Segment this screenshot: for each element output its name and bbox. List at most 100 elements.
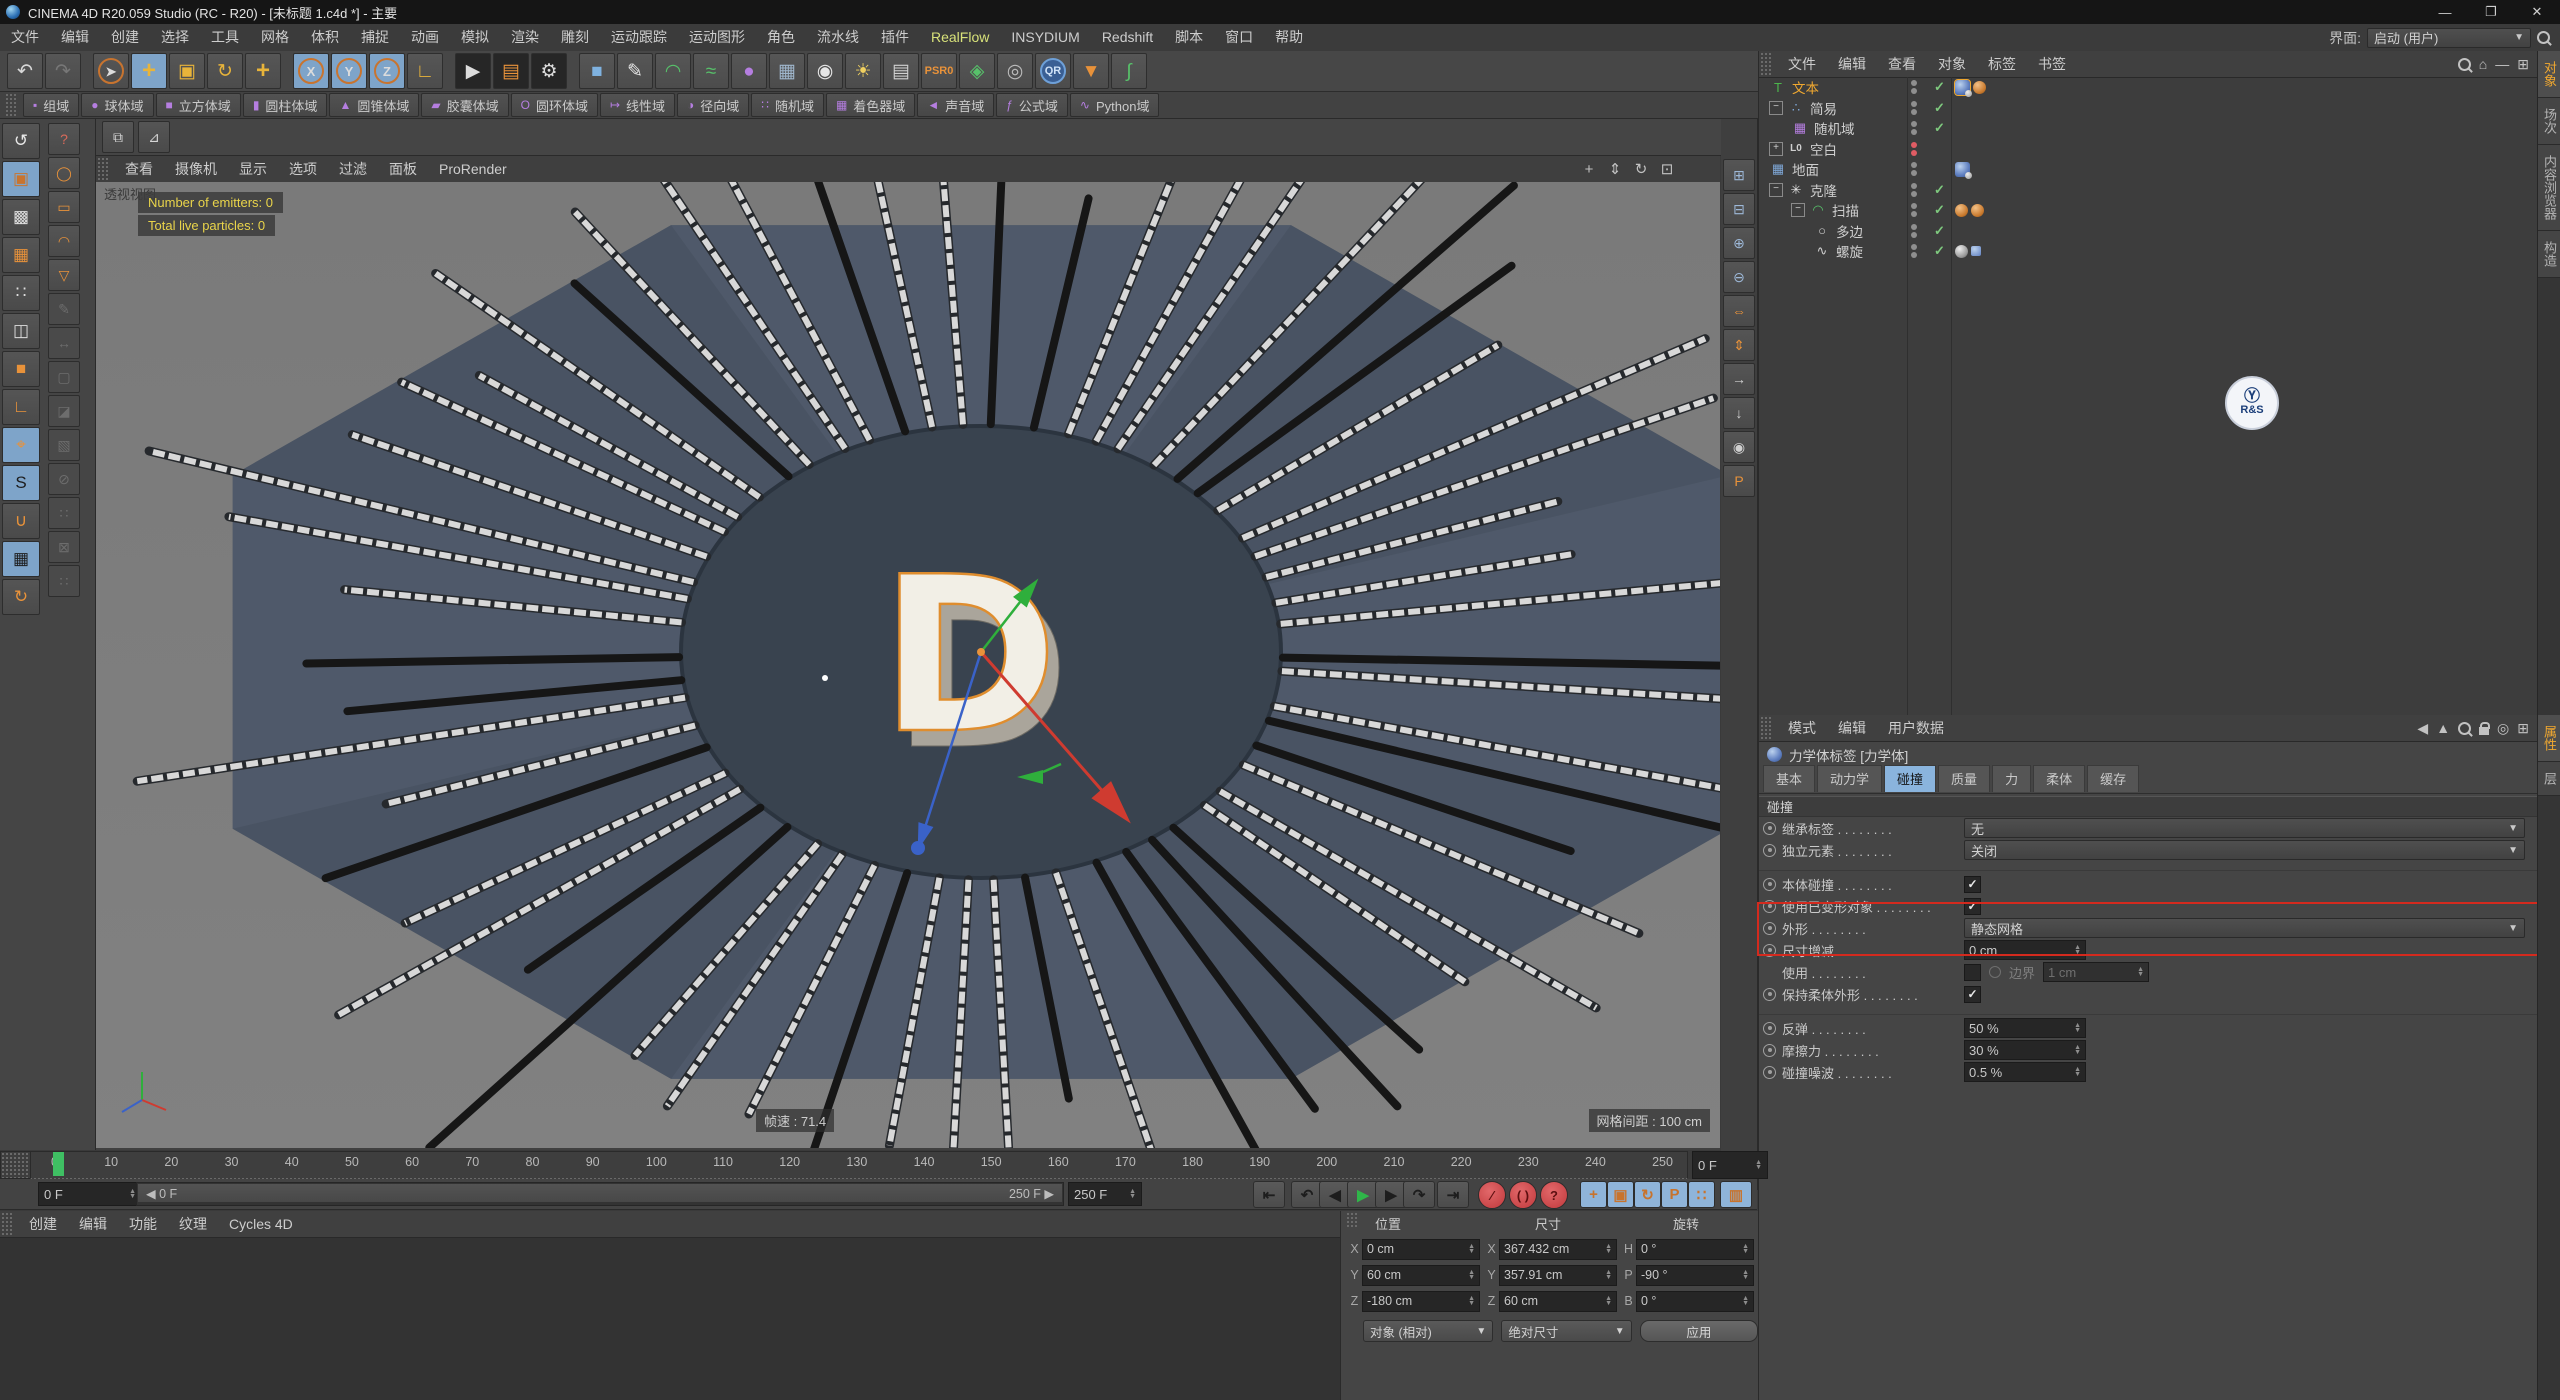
保持柔体外形-checkbox[interactable]: ✓ bbox=[1964, 985, 1981, 1003]
tool-extra-4-button[interactable]: ◪ bbox=[48, 395, 80, 427]
field-button-14[interactable]: ∿ Python域 bbox=[1069, 93, 1160, 117]
render-settings-button[interactable]: ⚙ bbox=[531, 53, 567, 89]
mats-grip[interactable] bbox=[0, 1211, 14, 1237]
menu-22[interactable]: 窗口 bbox=[1214, 24, 1264, 51]
tool-extra-5-button[interactable]: ▧ bbox=[48, 429, 80, 461]
om-collapse-icon[interactable]: — bbox=[2495, 56, 2509, 72]
material-menu-4[interactable]: 纹理 bbox=[168, 1211, 218, 1238]
field-button-7[interactable]: O 圆环体域 bbox=[510, 93, 598, 117]
position-Y-field[interactable]: 60 cm ▲ ▼ bbox=[1362, 1264, 1480, 1286]
render-region-button[interactable]: ◉ bbox=[1723, 431, 1755, 463]
menu-17[interactable]: 插件 bbox=[870, 24, 920, 51]
redo-button[interactable]: ↷ bbox=[45, 53, 81, 89]
expander-icon[interactable]: − bbox=[1769, 100, 1783, 115]
xp-download-button[interactable]: ▼ bbox=[1073, 53, 1109, 89]
menu-1[interactable]: 文件 bbox=[0, 24, 50, 51]
独立元素-dropdown[interactable]: 关闭 ▼ bbox=[1964, 840, 2525, 860]
graph-palette-button[interactable]: ⊿ bbox=[138, 121, 170, 153]
tab-基本[interactable]: 基本 bbox=[1763, 765, 1816, 792]
coords-palette-button[interactable]: ⧉ bbox=[102, 121, 134, 153]
viewport-menu-6[interactable]: 面板 bbox=[378, 156, 428, 183]
反弹-spinner[interactable]: 50 % ▲ ▼ bbox=[1964, 1018, 2086, 1038]
material-menu-5[interactable]: Cycles 4D bbox=[218, 1211, 304, 1238]
am-arrow-icon[interactable]: ▲ bbox=[2436, 720, 2450, 736]
apply-button[interactable]: 应用 bbox=[1639, 1320, 1758, 1342]
render-view-button[interactable]: ▶ bbox=[455, 53, 491, 89]
继承标签-dropdown[interactable]: 无 ▼ bbox=[1964, 818, 2525, 838]
keyframe-circle-icon[interactable] bbox=[1763, 943, 1776, 957]
record-parameter-toggle[interactable]: P bbox=[1661, 1181, 1688, 1208]
snap-magnet-button[interactable]: ∪ bbox=[2, 503, 40, 539]
maximize-button[interactable]: ❐ bbox=[2468, 0, 2514, 24]
object-row-文本[interactable]: T 文本 ✓ bbox=[1759, 77, 2537, 98]
wire-sphere-button[interactable]: ◎ bbox=[997, 53, 1033, 89]
om-menu-3[interactable]: 查看 bbox=[1877, 51, 1927, 78]
menu-15[interactable]: 角色 bbox=[756, 24, 806, 51]
gray-tag-icon[interactable] bbox=[1955, 244, 1968, 258]
enabled-check-icon[interactable]: ✓ bbox=[1934, 79, 1945, 95]
本体碰撞-checkbox[interactable]: ✓ bbox=[1964, 875, 1981, 893]
panel-tab-内容浏览器[interactable]: 内容浏览器 bbox=[2538, 145, 2560, 231]
rect-select-button[interactable]: ▭ bbox=[48, 191, 80, 223]
am-target-icon[interactable]: ◎ bbox=[2497, 720, 2509, 737]
panel-tab-构造[interactable]: 构造 bbox=[2538, 231, 2560, 278]
visibility-dots[interactable] bbox=[1911, 162, 1917, 177]
使用已变形对象-checkbox[interactable]: ✓ bbox=[1964, 897, 1981, 915]
circle-select-button[interactable]: ◯ bbox=[48, 157, 80, 189]
size-mode-dropdown[interactable]: 绝对尺寸 ▼ bbox=[1501, 1320, 1632, 1342]
am-menu-1[interactable]: 模式 bbox=[1777, 715, 1827, 742]
field-button-2[interactable]: ● 球体域 bbox=[81, 93, 154, 117]
tab-力[interactable]: 力 bbox=[1992, 765, 2032, 792]
object-row-简易[interactable]: − ∴ 简易 ✓ bbox=[1759, 98, 2537, 119]
enabled-check-icon[interactable]: ✓ bbox=[1934, 120, 1945, 136]
tool-extra-2-button[interactable]: ↔ bbox=[48, 327, 80, 359]
menu-3[interactable]: 创建 bbox=[100, 24, 150, 51]
layout-icon-8-button[interactable]: ↓ bbox=[1723, 397, 1755, 429]
field-button-6[interactable]: ▰ 胶囊体域 bbox=[421, 93, 509, 117]
am-search-icon[interactable] bbox=[2458, 721, 2472, 735]
menu-10[interactable]: 模拟 bbox=[450, 24, 500, 51]
尺寸增减-spinner[interactable]: 0 cm ▲ ▼ bbox=[1964, 940, 2086, 960]
menu-23[interactable]: 帮助 bbox=[1264, 24, 1314, 51]
qr-tool-button[interactable]: QR bbox=[1035, 53, 1071, 89]
add-spline-button[interactable]: ✎ bbox=[617, 53, 653, 89]
tool-extra-1-button[interactable]: ✎ bbox=[48, 293, 80, 325]
enabled-check-icon[interactable]: ✓ bbox=[1934, 182, 1945, 198]
points-mode-button[interactable]: ∷ bbox=[2, 275, 40, 311]
playhead[interactable] bbox=[53, 1152, 64, 1176]
size-X-field[interactable]: 367.432 cm ▲ ▼ bbox=[1499, 1238, 1617, 1260]
visibility-dots[interactable] bbox=[1911, 244, 1917, 259]
viewport-menu-4[interactable]: 选项 bbox=[278, 156, 328, 183]
convert-object-button[interactable]: ↺ bbox=[2, 123, 40, 159]
bend-character-button[interactable]: ∫ bbox=[1111, 53, 1147, 89]
tab-动力学[interactable]: 动力学 bbox=[1817, 765, 1883, 792]
layout-icon-3-button[interactable]: ⊕ bbox=[1723, 227, 1755, 259]
visibility-dots[interactable] bbox=[1911, 141, 1917, 156]
menu-16[interactable]: 流水线 bbox=[806, 24, 870, 51]
menu-5[interactable]: 工具 bbox=[200, 24, 250, 51]
next-key-button[interactable]: ↷ bbox=[1403, 1181, 1435, 1208]
layout-icon-4-button[interactable]: ⊖ bbox=[1723, 261, 1755, 293]
goto-end-button[interactable]: ⇥ bbox=[1437, 1181, 1469, 1208]
am-new-icon[interactable]: ⊞ bbox=[2517, 720, 2529, 737]
rotation-H-field[interactable]: 0 ° ▲ ▼ bbox=[1636, 1238, 1754, 1260]
record-keyframe-button[interactable]: ⁄ bbox=[1478, 1181, 1506, 1209]
material-menu-3[interactable]: 功能 bbox=[118, 1211, 168, 1238]
autokey-button[interactable]: ( ) bbox=[1509, 1181, 1537, 1209]
tab-柔体[interactable]: 柔体 bbox=[2033, 765, 2086, 792]
enabled-check-icon[interactable]: ✓ bbox=[1934, 100, 1945, 116]
field-button-1[interactable]: ▪ 组域 bbox=[23, 93, 80, 117]
keyframe-circle-icon[interactable] bbox=[1763, 987, 1776, 1001]
layout-icon-6-button[interactable]: ⇕ bbox=[1723, 329, 1755, 361]
poly-select-button[interactable]: ▽ bbox=[48, 259, 80, 291]
viewport-canvas[interactable]: DD 透视视图 Number of emitters: 0 Total live… bbox=[96, 182, 1720, 1148]
workplane-lock-button[interactable]: ▦ bbox=[2, 541, 40, 577]
object-row-随机域[interactable]: ▦ 随机域 ✓ bbox=[1759, 118, 2537, 139]
tool-extra-6-button[interactable]: ⊘ bbox=[48, 463, 80, 495]
orange-tag-icon[interactable] bbox=[1971, 203, 1984, 217]
viewport-menu-7[interactable]: ProRender bbox=[428, 156, 518, 183]
workplane-mode-button[interactable]: ▦ bbox=[2, 237, 40, 273]
material-menu-1[interactable]: 创建 bbox=[18, 1211, 68, 1238]
menu-18[interactable]: RealFlow bbox=[920, 24, 1000, 51]
rotation-B-field[interactable]: 0 ° ▲ ▼ bbox=[1636, 1290, 1754, 1312]
